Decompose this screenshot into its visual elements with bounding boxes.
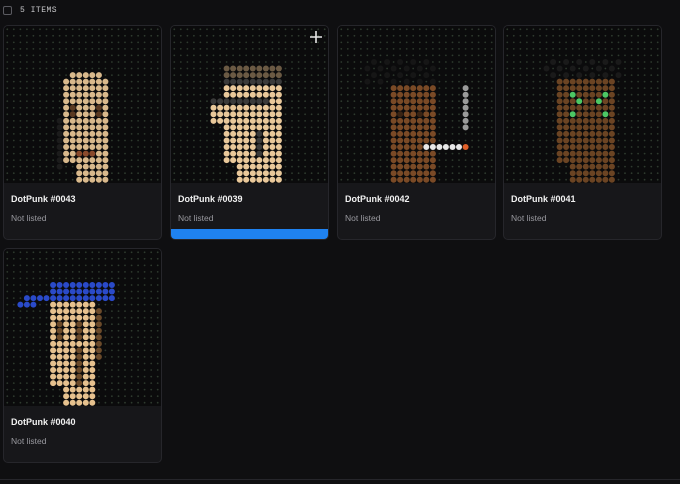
nft-card[interactable]: DotPunk #0041 Not listed [503, 25, 662, 240]
nft-image [4, 26, 161, 183]
card-title: DotPunk #0039 [178, 194, 243, 204]
dotpunk-art [340, 28, 493, 183]
listing-status: Not listed [11, 436, 47, 446]
nft-image [504, 26, 661, 183]
card-title: DotPunk #0040 [11, 417, 76, 427]
nft-card[interactable]: DotPunk #0040 Not listed [3, 248, 162, 463]
plus-icon[interactable] [308, 29, 324, 45]
nft-card[interactable]: DotPunk #0039 Not listed [170, 25, 329, 240]
select-all-checkbox[interactable] [3, 6, 12, 15]
card-title: DotPunk #0041 [511, 194, 576, 204]
listing-status: Not listed [345, 213, 381, 223]
toolbar: 5 ITEMS [0, 0, 680, 22]
nft-image [171, 26, 328, 183]
nft-image [4, 249, 161, 406]
listing-status: Not listed [178, 213, 214, 223]
divider [0, 479, 680, 480]
dotpunk-art [506, 28, 659, 183]
dotpunk-art [173, 28, 326, 183]
card-title: DotPunk #0042 [345, 194, 410, 204]
dotpunk-art [6, 28, 159, 183]
dotpunk-art [6, 251, 159, 406]
card-title: DotPunk #0043 [11, 194, 76, 204]
items-count: 5 ITEMS [20, 6, 58, 15]
card-action-bar[interactable] [171, 229, 328, 239]
nft-card[interactable]: DotPunk #0042 Not listed [337, 25, 496, 240]
listing-status: Not listed [511, 213, 547, 223]
listing-status: Not listed [11, 213, 47, 223]
nft-card[interactable]: DotPunk #0043 Not listed [3, 25, 162, 240]
nft-image [338, 26, 495, 183]
